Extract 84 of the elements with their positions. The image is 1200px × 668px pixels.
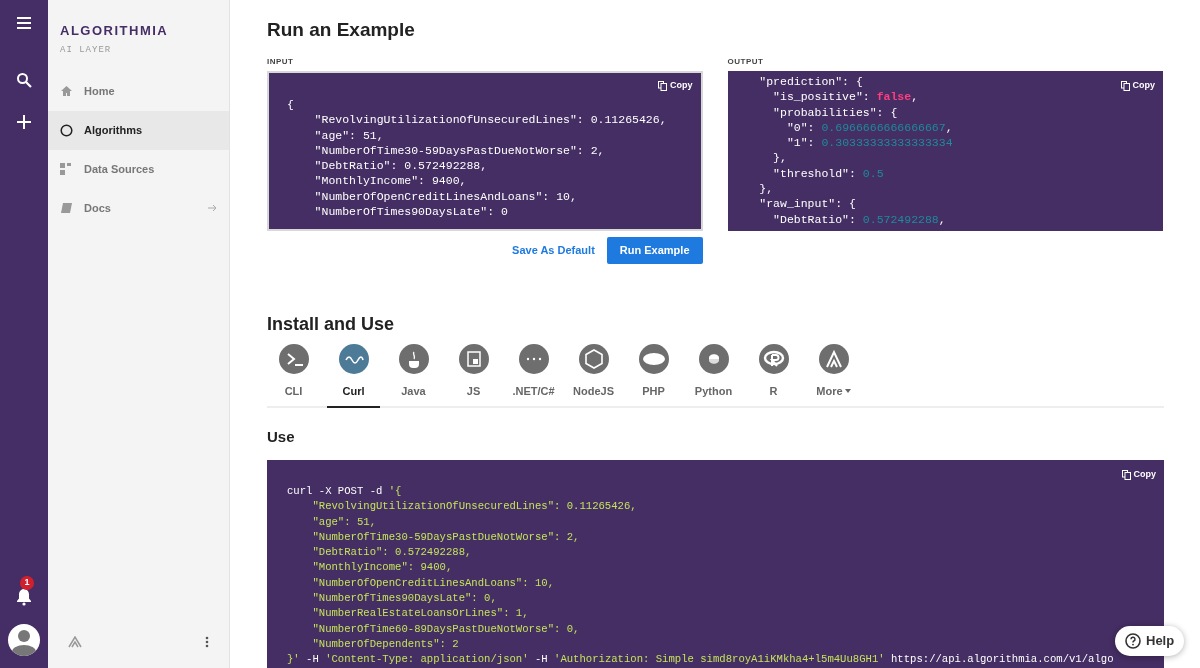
code-line: curl -X POST -d '{ bbox=[287, 484, 402, 499]
code-line: { bbox=[287, 97, 294, 113]
section-title: Use bbox=[267, 426, 296, 447]
code-line: "NumberRealEstateLoansOrLines": 1, bbox=[311, 606, 529, 622]
language-icon bbox=[398, 344, 429, 374]
code-line: }, bbox=[772, 150, 787, 166]
book-icon bbox=[60, 202, 73, 214]
code-line: "1": 0.30333333333333334 bbox=[785, 135, 953, 151]
brand-tagline: AI LAYER bbox=[60, 44, 113, 57]
language-tab[interactable]: R bbox=[747, 344, 800, 408]
language-tab[interactable]: .NET/C# bbox=[507, 344, 560, 408]
code-line: "probabilities": { bbox=[772, 104, 898, 120]
code-line: }, bbox=[758, 181, 774, 197]
language-icon bbox=[338, 344, 369, 374]
code-line: "NumberOfTime30-59DaysPastDueNotWorse": 2, bbox=[311, 529, 580, 545]
input-label: INPUT bbox=[267, 56, 295, 68]
language-tab[interactable]: More bbox=[807, 344, 860, 408]
code-line: "NumberOfTimes90DaysLate": 0 bbox=[313, 204, 508, 220]
code-line: "NumberOfOpenCreditLinesAndLoans": 10, bbox=[311, 575, 554, 591]
language-icon bbox=[518, 344, 549, 374]
copy-button[interactable]: Copy bbox=[1121, 468, 1156, 482]
code-line: "NumberOfTime30-59DaysPastDueNotWorse": 2, bbox=[313, 142, 605, 159]
grid-icon bbox=[60, 163, 73, 175]
sidebar-item[interactable]: Data Sources bbox=[48, 149, 229, 189]
save-default-link[interactable]: Save As Default bbox=[510, 237, 597, 264]
search-icon[interactable] bbox=[16, 72, 32, 88]
more-options-icon[interactable] bbox=[205, 636, 209, 648]
section-title: Install and Use bbox=[267, 313, 396, 336]
copy-button[interactable]: Copy bbox=[658, 79, 693, 93]
home-icon bbox=[60, 85, 73, 97]
sidebar-item[interactable]: Algorithms bbox=[48, 110, 229, 150]
copy-button[interactable]: Copy bbox=[1120, 79, 1155, 93]
language-icon bbox=[698, 344, 729, 374]
sidebar-item[interactable]: Home bbox=[48, 71, 229, 111]
help-button[interactable]: Help bbox=[1115, 626, 1185, 656]
language-icon bbox=[458, 344, 489, 374]
code-line: "is_positive": false, bbox=[772, 89, 919, 105]
logo-icon bbox=[68, 636, 82, 648]
code-line: "RevolvingUtilizationOfUnsecuredLines": 0.11265426, bbox=[313, 112, 667, 128]
help-icon bbox=[1125, 633, 1141, 649]
avatar-icon[interactable] bbox=[8, 624, 40, 656]
brand-logo: ALGORITHMIA bbox=[60, 23, 170, 39]
code-line: "DebtRatio": 0.572492288, bbox=[313, 158, 488, 174]
bell-icon[interactable] bbox=[16, 588, 32, 606]
code-line: "NumberOfTimes90DaysLate": 0, bbox=[311, 591, 497, 607]
code-line: "0": 0.6966666666666667, bbox=[785, 119, 953, 136]
language-tab[interactable]: Python bbox=[687, 344, 740, 408]
code-line: "RevolvingUtilizationOfUnsecuredLines": 0.11265426, bbox=[311, 499, 637, 515]
language-icon bbox=[278, 344, 309, 374]
circle-icon bbox=[60, 123, 73, 137]
language-tab[interactable]: Java bbox=[387, 344, 440, 408]
copy-icon bbox=[658, 80, 667, 91]
language-tab[interactable]: CLI bbox=[267, 344, 320, 408]
language-icon bbox=[578, 344, 609, 374]
code-line: "prediction": { bbox=[758, 74, 863, 90]
sidebar-item[interactable]: Docs bbox=[48, 188, 229, 228]
code-line: "NumberOfTime60-89DaysPastDueNotWorse": 0, bbox=[311, 621, 580, 637]
code-line: "DebtRatio": 0.572492288, bbox=[772, 211, 946, 227]
code-line: "DebtRatio": 0.572492288, bbox=[311, 545, 472, 561]
notification-badge: 1 bbox=[20, 576, 34, 590]
language-tab[interactable]: JS bbox=[447, 344, 500, 408]
code-line: }' -H 'Content-Type: application/json' -H 'Authorization: Simple simd8royA1iKMkha4+l5m4Uu8GH1' https://api.algorithmia.com/v1/algo bbox=[287, 652, 1114, 668]
language-tab[interactable]: Curl bbox=[327, 344, 380, 408]
code-line: "MonthlyIncome": 9400, bbox=[311, 560, 453, 576]
run-example-button[interactable]: Run Example bbox=[606, 237, 703, 264]
code-line: "age": 51, bbox=[313, 127, 384, 143]
copy-icon bbox=[1121, 469, 1131, 480]
language-tab[interactable]: NodeJS bbox=[567, 344, 620, 408]
copy-icon bbox=[1120, 80, 1130, 91]
output-label: OUTPUT bbox=[727, 56, 765, 68]
language-icon bbox=[758, 344, 789, 374]
code-line: "NumberOfOpenCreditLinesAndLoans": 10, bbox=[313, 188, 577, 205]
code-line: "threshold": 0.5 bbox=[772, 165, 884, 182]
language-tab[interactable]: PHP bbox=[627, 344, 680, 408]
menu-icon[interactable] bbox=[16, 16, 32, 30]
code-line: "NumberOfDependents": 2 bbox=[311, 636, 459, 652]
language-icon bbox=[638, 344, 669, 374]
language-icon bbox=[818, 344, 849, 374]
code-line: "age": 51, bbox=[311, 514, 376, 530]
plus-icon[interactable] bbox=[16, 114, 32, 130]
section-title: Run an Example bbox=[267, 18, 416, 42]
code-line: "raw_input": { bbox=[758, 196, 856, 212]
input-code-field[interactable] bbox=[267, 71, 703, 231]
code-line: "MonthlyIncome": 9400, bbox=[313, 173, 467, 189]
